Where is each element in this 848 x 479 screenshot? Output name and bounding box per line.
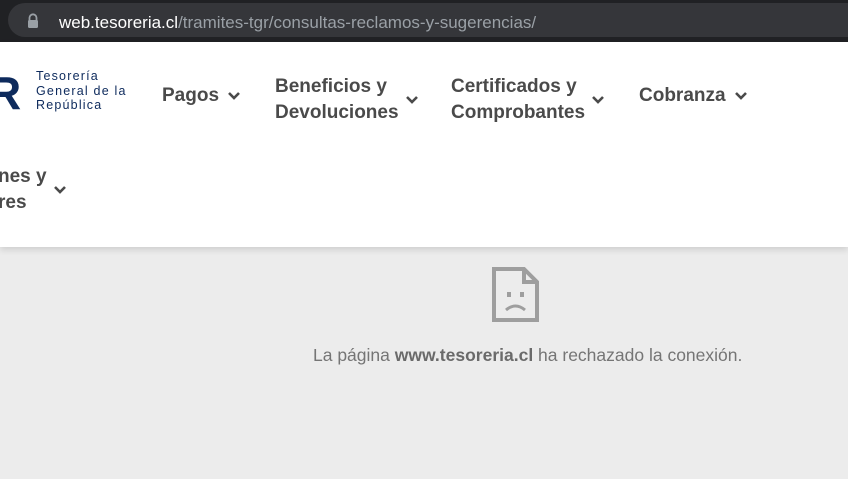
error-prefix: La página (313, 345, 395, 365)
chevron-down-icon (228, 92, 240, 100)
nav-item-partial[interactable]: nes y res (0, 164, 67, 216)
url-domain: web.tesoreria.cl (59, 13, 179, 32)
logo-text: Tesorería General de la República (36, 69, 127, 113)
url-text[interactable]: web.tesoreria.cl/tramites-tgr/consultas-… (59, 13, 536, 33)
nav-cobranza[interactable]: Cobranza (639, 83, 748, 109)
sad-page-icon (492, 267, 539, 322)
address-bar[interactable]: web.tesoreria.cl/tramites-tgr/consultas-… (8, 3, 848, 37)
logo-line-3: República (36, 98, 103, 112)
nav-label: Pagos (162, 85, 220, 106)
error-suffix: ha rechazado la conexión. (533, 345, 743, 365)
logo-line-2: General de la (36, 83, 127, 98)
logo-line-1: Tesorería (36, 69, 99, 83)
chevron-down-icon (734, 92, 747, 100)
nav-label: Cobranza (639, 85, 726, 106)
nav-label: nes y res (0, 166, 47, 213)
nav-pagos[interactable]: Pagos (162, 83, 241, 109)
nav-label: Certificados y Comprobantes (451, 76, 586, 123)
url-path: /tramites-tgr/consultas-reclamos-y-suger… (178, 13, 537, 32)
chevron-down-icon (405, 96, 418, 104)
logo-mark: R (0, 67, 22, 119)
browser-toolbar: web.tesoreria.cl/tramites-tgr/consultas-… (0, 0, 848, 42)
nav-beneficios-devoluciones[interactable]: Beneficios y Devoluciones (275, 74, 419, 126)
error-domain: www.tesoreria.cl (394, 345, 534, 365)
site-header: R Tesorería General de la República Pago… (0, 42, 848, 247)
chevron-down-icon (53, 186, 66, 194)
nav-label: Beneficios y Devoluciones (275, 76, 399, 123)
lock-icon[interactable] (26, 13, 40, 29)
error-message: La página www.tesoreria.cl ha rechazado … (313, 344, 742, 366)
nav-certificados-comprobantes[interactable]: Certificados y Comprobantes (451, 74, 605, 126)
chevron-down-icon (592, 96, 604, 104)
